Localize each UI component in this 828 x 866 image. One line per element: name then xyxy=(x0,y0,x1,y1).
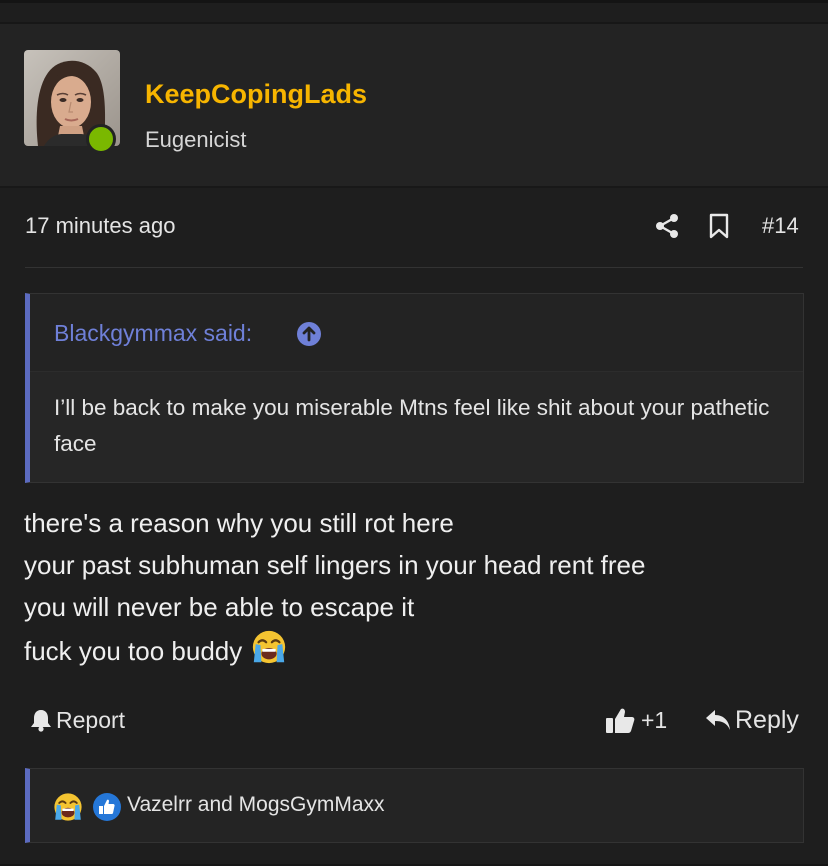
like-count: +1 xyxy=(641,706,668,733)
avatar-wrap[interactable] xyxy=(24,50,120,154)
report-label: Report xyxy=(56,706,126,733)
message-line-text: fuck you too buddy xyxy=(24,636,243,666)
user-title: Eugenicist xyxy=(145,127,247,152)
message-line: you will never be able to escape it xyxy=(24,592,415,622)
post-message: there's a reason why you still rot here … xyxy=(24,502,804,672)
reply-arrow-icon xyxy=(706,710,730,730)
reaction-icons xyxy=(52,791,122,823)
thumbs-up-icon xyxy=(606,708,635,733)
loudly-crying-face-icon xyxy=(54,793,82,821)
quote-author-link[interactable]: Blackgymmax said: xyxy=(54,320,252,347)
bell-icon xyxy=(31,710,51,732)
meta-divider xyxy=(25,267,803,268)
quote-body: I’ll be back to make you miserable Mtns … xyxy=(54,395,770,456)
reply-label: Reply xyxy=(735,705,799,734)
quote-header: Blackgymmax said: xyxy=(30,294,803,372)
arrow-up-circle-icon[interactable] xyxy=(296,321,322,347)
post-timestamp[interactable]: 17 minutes ago xyxy=(25,213,175,239)
loudly-crying-face-icon xyxy=(253,630,286,664)
quote-block: Blackgymmax said: I’ll be back to make y… xyxy=(25,293,804,483)
message-line: your past subhuman self lingers in your … xyxy=(24,550,646,580)
message-line-with-emoji: fuck you too buddy xyxy=(24,628,804,672)
user-header: KeepCopingLads Eugenicist xyxy=(0,24,828,210)
bookmark-icon[interactable] xyxy=(708,213,730,239)
username[interactable]: KeepCopingLads xyxy=(145,79,367,110)
top-border xyxy=(0,0,828,3)
post-number-link[interactable]: #14 xyxy=(762,213,799,239)
share-icon[interactable] xyxy=(654,213,680,239)
report-button[interactable]: Report xyxy=(30,705,125,735)
post-pointer-notch xyxy=(52,188,96,210)
reactions-bar: Vazelrr and MogsGymMaxx xyxy=(25,768,804,843)
reaction-users-link[interactable]: Vazelrr and MogsGymMaxx xyxy=(127,793,385,817)
reply-button[interactable]: Reply xyxy=(705,705,799,735)
online-status-indicator xyxy=(86,124,116,154)
like-button[interactable]: +1 xyxy=(605,705,667,735)
message-line: there's a reason why you still rot here xyxy=(24,508,454,538)
like-icon xyxy=(93,793,121,821)
